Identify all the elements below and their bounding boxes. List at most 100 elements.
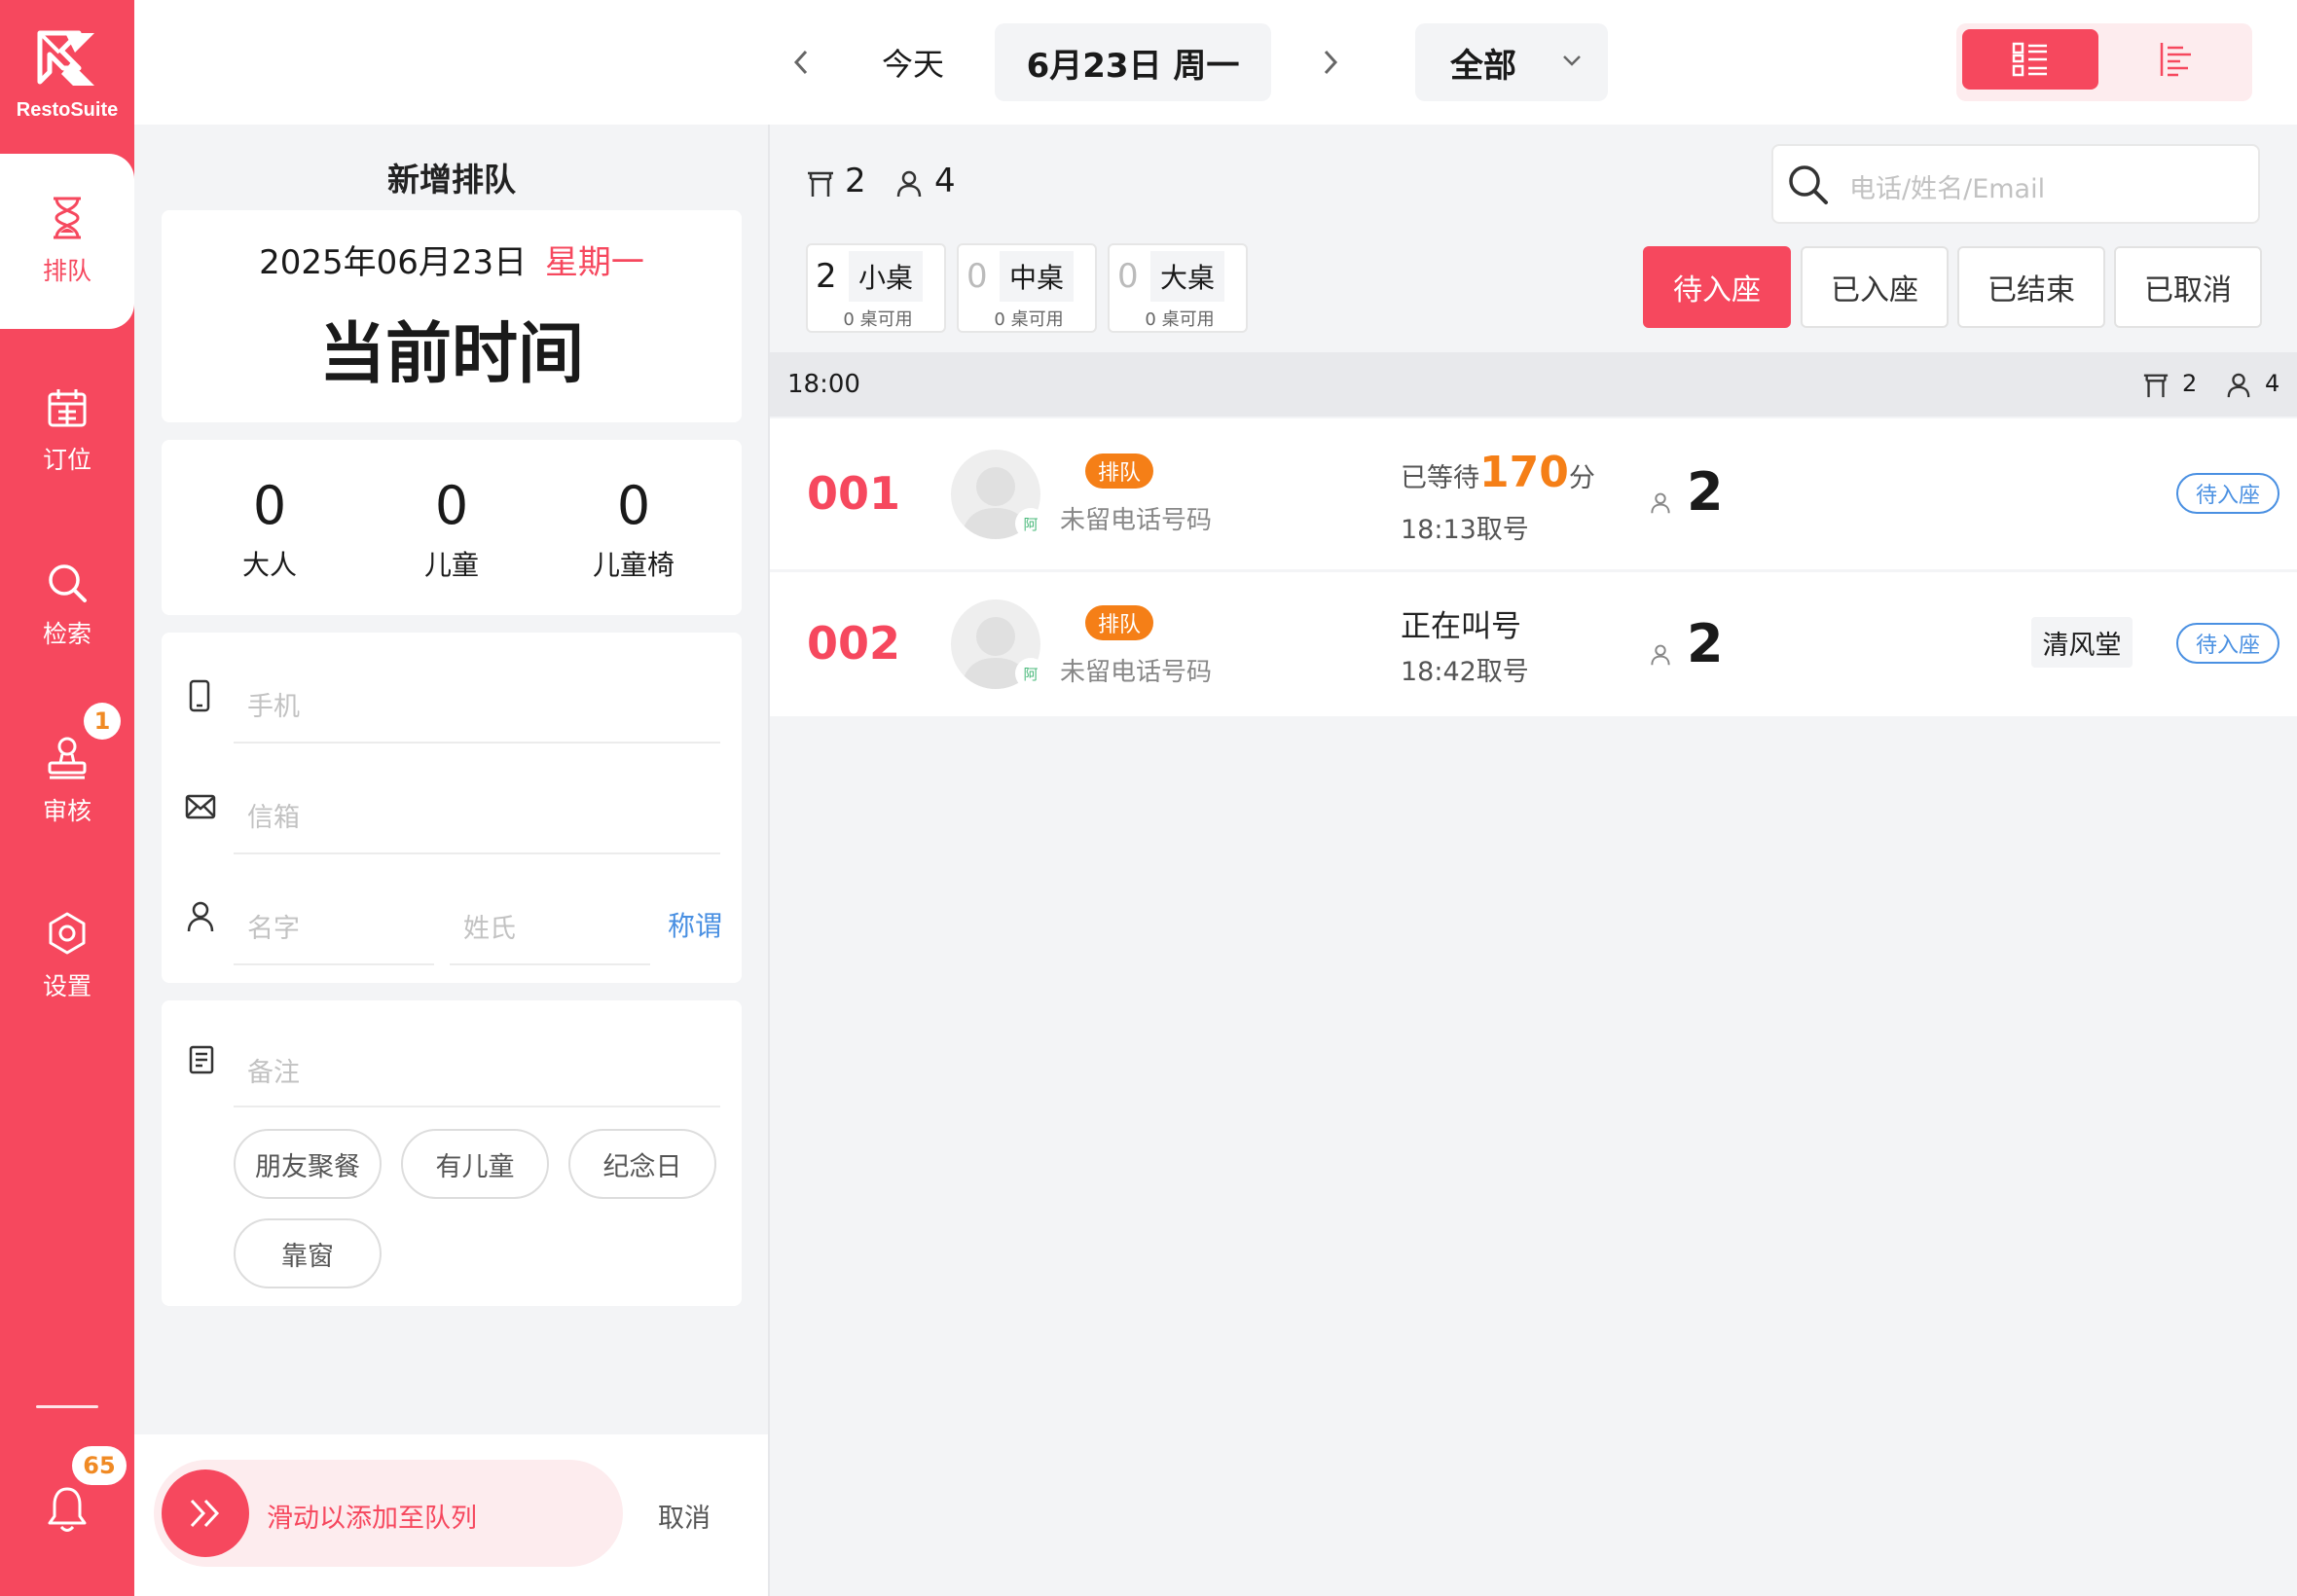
- total-people: 4: [934, 162, 956, 200]
- table-type-small[interactable]: 2 小桌 0 桌可用: [806, 243, 946, 333]
- datetime-card: 2025年06月23日 星期一 当前时间: [162, 210, 742, 422]
- note-input[interactable]: 备注: [234, 1020, 720, 1107]
- salutation-button[interactable]: 称谓: [668, 905, 722, 944]
- queue-number: 002: [807, 617, 901, 670]
- sidebar-divider: [36, 1405, 98, 1408]
- total-tables: 2: [845, 162, 866, 200]
- children-label: 儿童: [423, 549, 479, 581]
- table-count: 0: [1117, 257, 1139, 296]
- today-button[interactable]: 今天: [857, 37, 969, 88]
- tab-waiting[interactable]: 待入座: [1643, 246, 1791, 328]
- phone-text: 未留电话号码: [1060, 506, 1213, 535]
- search-placeholder: 电话/姓名/Email: [1849, 174, 2046, 204]
- party-size: 2: [1687, 461, 1724, 523]
- note-card: 备注 朋友聚餐 有儿童 纪念日 靠窗: [162, 1000, 742, 1306]
- tag-window-seat[interactable]: 靠窗: [234, 1218, 382, 1288]
- sidebar: RestoSuite 排队 订位 检索 审核 1 设置 65: [0, 0, 134, 1596]
- wait-unit: 分: [1568, 463, 1595, 493]
- queue-tag: 排队: [1085, 605, 1153, 640]
- tag-with-children[interactable]: 有儿童: [401, 1129, 549, 1199]
- phone-text: 未留电话号码: [1060, 658, 1213, 687]
- tab-seated[interactable]: 已入座: [1801, 246, 1949, 328]
- timeline-view-button[interactable]: [2106, 29, 2246, 90]
- table-icon: [808, 171, 833, 197]
- tag-anniversary[interactable]: 纪念日: [568, 1129, 716, 1199]
- highchair-label: 儿童椅: [592, 549, 675, 581]
- list-view-icon: [2012, 42, 2047, 77]
- table-name: 中桌: [1000, 251, 1074, 302]
- sidebar-item-settings[interactable]: 设置: [0, 884, 134, 1030]
- tab-cancelled[interactable]: 已取消: [2114, 246, 2262, 328]
- date-selector[interactable]: 6月23日 周一: [995, 23, 1271, 101]
- search-icon: [1789, 165, 1828, 204]
- bottom-action-bar: 滑动以添加至队列 取消: [134, 1434, 769, 1596]
- slide-to-add[interactable]: 滑动以添加至队列: [154, 1460, 623, 1567]
- status-badge[interactable]: 待入座: [2176, 623, 2279, 664]
- table-name: 小桌: [849, 251, 923, 302]
- tab-finished[interactable]: 已结束: [1957, 246, 2105, 328]
- email-placeholder: 信箱: [247, 803, 300, 833]
- table-count: 0: [966, 257, 988, 296]
- chevron-right-icon[interactable]: [1322, 49, 1339, 76]
- party-size: 2: [1687, 613, 1724, 674]
- list-view-button[interactable]: [1962, 29, 2098, 90]
- brand-name: RestoSuite: [16, 99, 119, 121]
- table-type-large[interactable]: 0 大桌 0 桌可用: [1108, 243, 1248, 333]
- queue-row[interactable]: 002 阿 排队 未留电话号码 正在叫号 18:42取号 2 清风堂 待入座: [770, 572, 2297, 716]
- adults-counter[interactable]: 0 大人: [206, 475, 333, 583]
- tag-friends-dinner[interactable]: 朋友聚餐: [234, 1129, 382, 1199]
- notification-badge: 65: [72, 1446, 127, 1485]
- weekday-text: 星期一: [544, 243, 644, 282]
- queue-list-area: [770, 125, 2297, 1596]
- chevron-left-icon[interactable]: [792, 49, 810, 76]
- wait-minutes: 170: [1479, 448, 1569, 497]
- slide-handle[interactable]: [162, 1469, 249, 1557]
- filter-dropdown[interactable]: 全部: [1415, 23, 1608, 101]
- status-badge[interactable]: 待入座: [2176, 473, 2279, 514]
- email-input[interactable]: 信箱: [234, 773, 720, 854]
- contact-card: 手机 信箱 名字 姓氏 称谓: [162, 633, 742, 983]
- queue-row[interactable]: 001 阿 排队 未留电话号码 已等待170分 18:13取号 2 待入座: [770, 418, 2297, 569]
- table-icon: [2143, 374, 2169, 398]
- highchair-value: 0: [616, 475, 651, 536]
- email-icon: [185, 794, 216, 819]
- queue-number: 001: [807, 467, 901, 520]
- sidebar-item-queue[interactable]: 排队: [0, 154, 134, 329]
- first-name-input[interactable]: 名字: [234, 884, 434, 965]
- search-icon: [49, 564, 87, 602]
- source-badge: 阿: [1015, 658, 1046, 689]
- group-tables: 2: [2182, 370, 2198, 397]
- people-icon: [1651, 644, 1670, 666]
- children-counter[interactable]: 0 儿童: [388, 475, 515, 583]
- time-group-header: 18:00 2 4: [770, 352, 2297, 417]
- children-value: 0: [434, 475, 469, 536]
- cancel-button[interactable]: 取消: [658, 1497, 711, 1535]
- sidebar-item-search[interactable]: 检索: [0, 533, 134, 679]
- note-icon: [189, 1045, 214, 1074]
- last-name-input[interactable]: 姓氏: [450, 884, 650, 965]
- party-size-card: 0 大人 0 儿童 0 儿童椅: [162, 440, 742, 615]
- brand-logo: RestoSuite: [0, 0, 134, 151]
- people-icon: [896, 170, 922, 198]
- people-icon: [1651, 492, 1670, 514]
- settings-icon: [49, 912, 86, 955]
- table-name: 大桌: [1150, 251, 1224, 302]
- sidebar-item-label: 审核: [42, 797, 91, 825]
- phone-input[interactable]: 手机: [234, 662, 720, 744]
- double-chevron-right-icon: [190, 1499, 220, 1528]
- group-people: 4: [2265, 370, 2280, 397]
- table-availability: 0 桌可用: [843, 309, 913, 330]
- bell-icon[interactable]: [47, 1485, 88, 1534]
- search-input[interactable]: 电话/姓名/Email: [1771, 144, 2260, 224]
- queue-tag: 排队: [1085, 453, 1153, 489]
- table-type-medium[interactable]: 0 中桌 0 桌可用: [957, 243, 1097, 333]
- wait-prefix: 已等待: [1401, 463, 1479, 493]
- sidebar-item-label: 检索: [42, 620, 91, 648]
- sidebar-item-reservation[interactable]: 订位: [0, 358, 134, 504]
- wait-info: 已等待170分: [1401, 448, 1595, 497]
- phone-placeholder: 手机: [247, 692, 300, 722]
- slide-label: 滑动以添加至队列: [267, 1504, 477, 1534]
- highchair-counter[interactable]: 0 儿童椅: [570, 475, 697, 583]
- sidebar-item-label: 订位: [42, 446, 91, 474]
- table-availability: 0 桌可用: [1145, 309, 1215, 330]
